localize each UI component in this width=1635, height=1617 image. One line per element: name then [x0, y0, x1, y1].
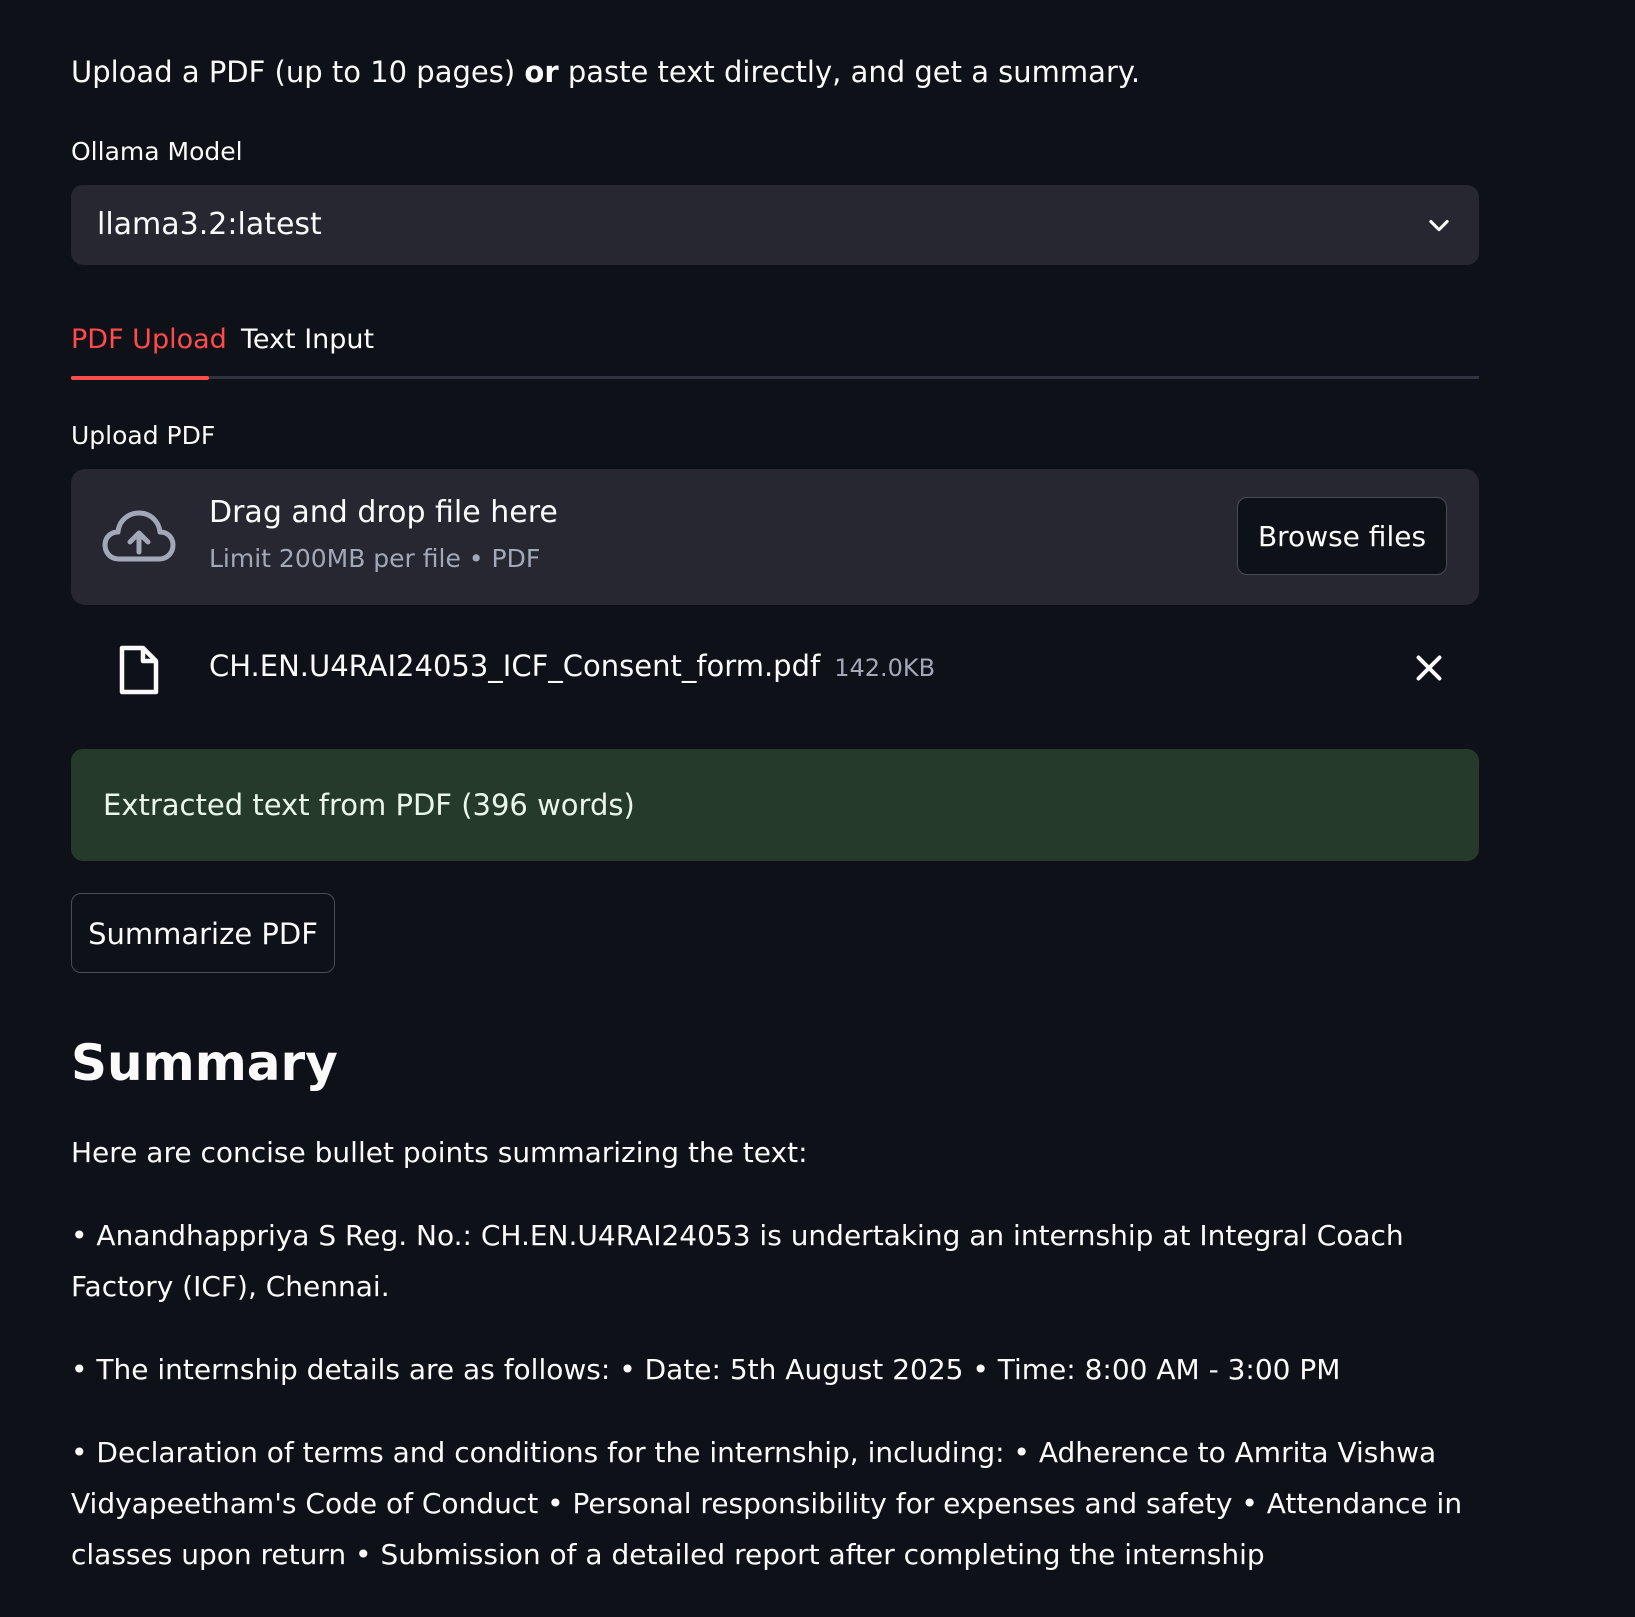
tab-track	[71, 376, 1479, 379]
intro-bold: or	[524, 55, 559, 89]
file-icon	[119, 645, 159, 695]
file-size: 142.0KB	[834, 654, 936, 682]
summary-heading: Summary	[71, 1034, 338, 1092]
summary-paragraph: • Declaration of terms and conditions fo…	[71, 1436, 1463, 1571]
dropzone-subtitle: Limit 200MB per file • PDF	[209, 544, 541, 573]
file-dropzone[interactable]: Drag and drop file here Limit 200MB per …	[71, 469, 1479, 605]
uploaded-file-row: CH.EN.U4RAI24053_ICF_Consent_form.pdf 142…	[71, 628, 1479, 708]
summary-paragraph: Here are concise bullet points summarizi…	[71, 1136, 808, 1169]
close-icon[interactable]	[1411, 650, 1447, 686]
summary-paragraph: • Anandhappriya S Reg. No.: CH.EN.U4RAI2…	[71, 1219, 1404, 1303]
active-tab-indicator	[71, 376, 209, 380]
cloud-upload-icon	[102, 510, 176, 562]
summary-paragraph: • The internship details are as follows:…	[71, 1353, 1341, 1386]
intro-prefix: Upload a PDF (up to 10 pages)	[71, 55, 525, 89]
summary-body: Here are concise bullet points summarizi…	[71, 1127, 1471, 1612]
intro-suffix: paste text directly, and get a summary.	[558, 55, 1141, 89]
model-label: Ollama Model	[71, 137, 243, 166]
browse-files-button[interactable]: Browse files	[1237, 497, 1447, 575]
summarize-pdf-button[interactable]: Summarize PDF	[71, 893, 335, 973]
file-name-text: CH.EN.U4RAI24053_ICF_Consent_form.pdf	[209, 649, 821, 683]
model-select[interactable]: llama3.2:latest	[71, 185, 1479, 265]
intro-text: Upload a PDF (up to 10 pages) or paste t…	[71, 50, 1140, 94]
success-message: Extracted text from PDF (396 words)	[103, 788, 635, 822]
tab-text-input[interactable]: Text Input	[241, 320, 374, 360]
dropzone-title: Drag and drop file here	[209, 495, 558, 530]
file-name: CH.EN.U4RAI24053_ICF_Consent_form.pdf 142…	[209, 646, 935, 688]
chevron-down-icon	[1429, 219, 1449, 232]
tab-pdf-upload[interactable]: PDF Upload	[71, 320, 227, 360]
model-select-value: llama3.2:latest	[97, 207, 322, 242]
success-alert: Extracted text from PDF (396 words)	[71, 749, 1479, 861]
upload-label: Upload PDF	[71, 421, 216, 450]
tab-bar: PDF Upload Text Input	[71, 310, 1479, 382]
